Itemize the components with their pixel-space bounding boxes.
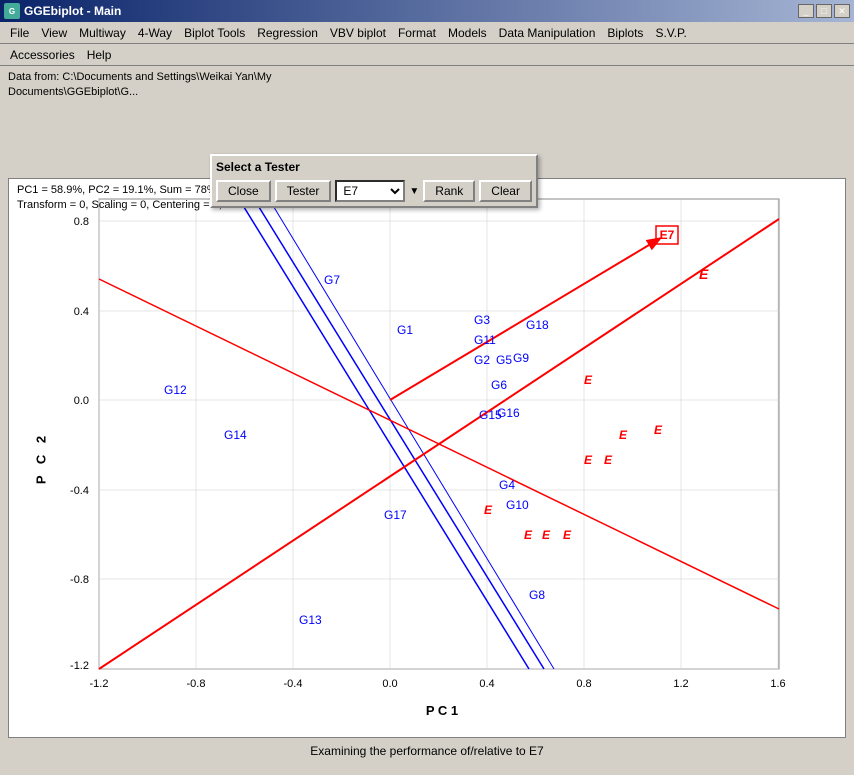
menu-biplot-tools[interactable]: Biplot Tools [178, 24, 251, 42]
accessories-bar: Accessories Help [0, 44, 854, 66]
biplot-svg: -1.2 -0.8 -0.4 0.0 0.4 0.8 1.2 1.6 0.8 0… [39, 179, 839, 699]
menu-data-manipulation[interactable]: Data Manipulation [493, 24, 602, 42]
svg-text:G8: G8 [529, 588, 545, 602]
svg-text:G4: G4 [499, 478, 515, 492]
svg-text:G12: G12 [164, 383, 187, 397]
svg-text:E: E [542, 528, 551, 542]
menu-bar: File View Multiway 4-Way Biplot Tools Re… [0, 22, 854, 44]
data-info: Data from: C:\Documents and Settings\Wei… [4, 68, 850, 103]
svg-text:E: E [563, 528, 572, 542]
svg-text:G14: G14 [224, 428, 247, 442]
plot-container: PC1 = 58.9%, PC2 = 19.1%, Sum = 78% Tran… [8, 178, 846, 738]
clear-button[interactable]: Clear [479, 180, 532, 202]
svg-text:-0.8: -0.8 [187, 678, 206, 690]
svg-text:G3: G3 [474, 313, 490, 327]
svg-text:-0.8: -0.8 [70, 574, 89, 586]
rank-button[interactable]: Rank [423, 180, 475, 202]
svg-text:E: E [654, 423, 663, 437]
menu-biplots[interactable]: Biplots [601, 24, 649, 42]
svg-text:G7: G7 [324, 273, 340, 287]
svg-text:0.0: 0.0 [74, 395, 89, 407]
svg-text:-0.4: -0.4 [284, 678, 303, 690]
title-bar-buttons[interactable]: _ □ ✕ [798, 4, 850, 18]
main-content: Data from: C:\Documents and Settings\Wei… [0, 66, 854, 764]
svg-text:0.8: 0.8 [576, 678, 591, 690]
menu-4way[interactable]: 4-Way [132, 24, 178, 42]
svg-text:G6: G6 [491, 378, 507, 392]
app-icon: G [4, 3, 20, 19]
minimize-button[interactable]: _ [798, 4, 814, 18]
svg-text:-1.2: -1.2 [90, 678, 109, 690]
svg-text:G5: G5 [496, 353, 512, 367]
tester-dialog: Select a Tester Close Tester E1E2E3E4 E5… [210, 154, 538, 208]
svg-text:E: E [484, 503, 493, 517]
close-button[interactable]: Close [216, 180, 271, 202]
menu-regression[interactable]: Regression [251, 24, 324, 42]
title-bar: G GGEbiplot - Main _ □ ✕ [0, 0, 854, 22]
menu-help[interactable]: Help [81, 46, 118, 64]
svg-text:G13: G13 [299, 613, 322, 627]
svg-text:G18: G18 [526, 318, 549, 332]
data-info-line1: Data from: C:\Documents and Settings\Wei… [8, 70, 846, 85]
tester-dialog-title: Select a Tester [216, 160, 532, 174]
pc1-axis-label: P C 1 [39, 699, 845, 720]
svg-text:G17: G17 [384, 508, 407, 522]
svg-text:1.2: 1.2 [673, 678, 688, 690]
menu-view[interactable]: View [35, 24, 73, 42]
svg-text:E: E [584, 453, 593, 467]
svg-text:G1: G1 [397, 323, 413, 337]
svg-text:0.4: 0.4 [479, 678, 494, 690]
menu-svp[interactable]: S.V.P. [649, 24, 692, 42]
svg-text:E: E [619, 428, 628, 442]
svg-text:0.0: 0.0 [382, 678, 397, 690]
svg-text:0.8: 0.8 [74, 216, 89, 228]
svg-text:1.6: 1.6 [770, 678, 785, 690]
svg-text:G16: G16 [497, 406, 520, 420]
menu-format[interactable]: Format [392, 24, 442, 42]
tester-button[interactable]: Tester [275, 180, 332, 202]
menu-accessories[interactable]: Accessories [4, 46, 81, 64]
data-info-line2: Documents\GGEbiplot\G... [8, 85, 846, 100]
svg-text:E7: E7 [660, 228, 675, 242]
svg-text:G2: G2 [474, 353, 490, 367]
pc2-axis-label: P C 2 [34, 432, 49, 484]
svg-text:E: E [699, 266, 709, 282]
svg-text:G9: G9 [513, 351, 529, 365]
maximize-button[interactable]: □ [816, 4, 832, 18]
tester-select[interactable]: E1E2E3E4 E5E6E7E8 E9E10 [335, 180, 405, 202]
close-button[interactable]: ✕ [834, 4, 850, 18]
tester-controls: Close Tester E1E2E3E4 E5E6E7E8 E9E10 ▼ R… [216, 180, 532, 202]
svg-text:E: E [584, 373, 593, 387]
svg-text:G11: G11 [474, 333, 496, 347]
svg-text:-0.4: -0.4 [70, 485, 89, 497]
menu-file[interactable]: File [4, 24, 35, 42]
title-bar-left: G GGEbiplot - Main [4, 3, 121, 19]
svg-text:E: E [604, 453, 613, 467]
menu-multiway[interactable]: Multiway [73, 24, 132, 42]
app-title: GGEbiplot - Main [24, 4, 121, 18]
svg-text:-1.2: -1.2 [70, 660, 89, 672]
menu-vbv[interactable]: VBV biplot [324, 24, 392, 42]
svg-text:G10: G10 [506, 498, 529, 512]
plot-subtitle: Examining the performance of/relative to… [4, 742, 850, 762]
svg-text:0.4: 0.4 [74, 306, 89, 318]
menu-models[interactable]: Models [442, 24, 493, 42]
svg-text:E: E [524, 528, 533, 542]
